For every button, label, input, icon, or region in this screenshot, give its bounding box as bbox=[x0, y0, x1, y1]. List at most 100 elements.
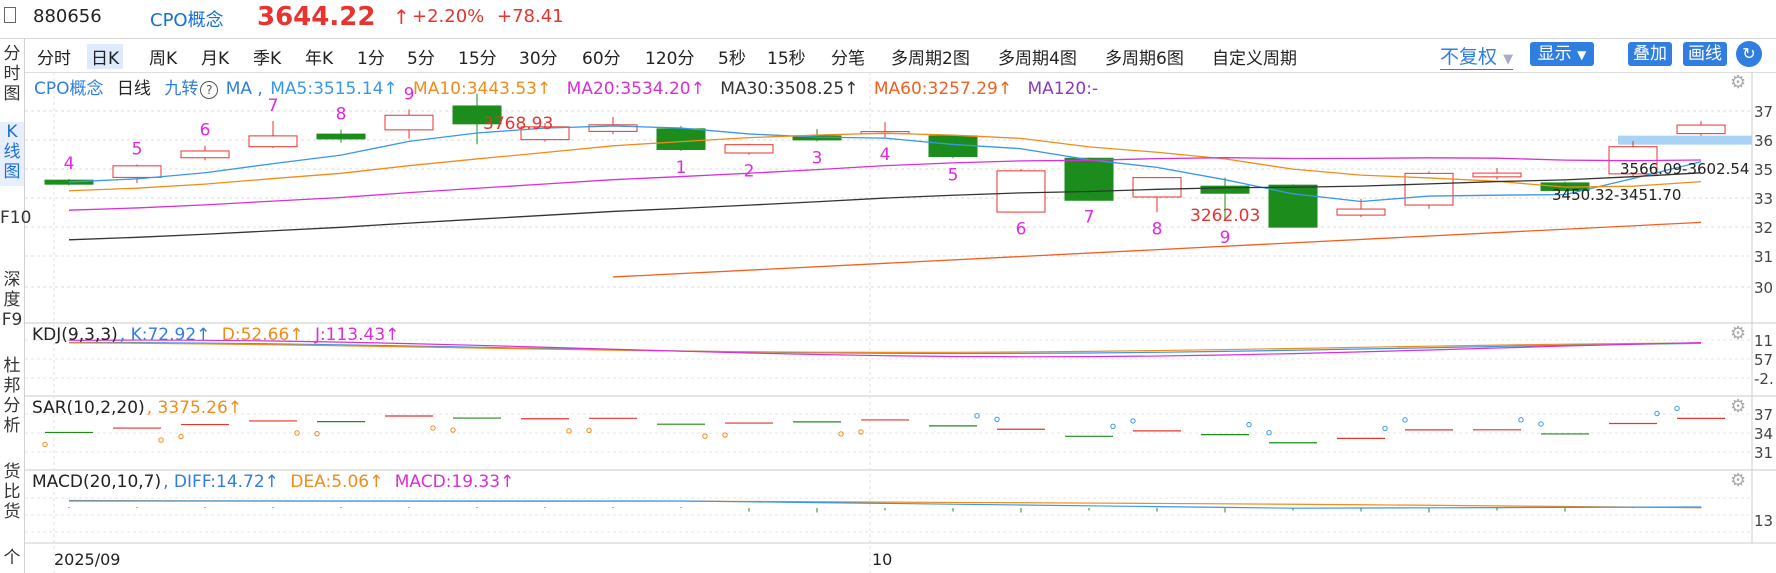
nine-count-label: 8 bbox=[336, 105, 347, 125]
range-highlight bbox=[1618, 135, 1752, 145]
nine-count-label: 8 bbox=[1152, 219, 1163, 239]
sar-dot bbox=[1402, 417, 1408, 423]
nine-count-label: 4 bbox=[880, 145, 891, 165]
range-label-2: 3450.32-3451.70 bbox=[1552, 186, 1682, 204]
high-annotation: 3768.93 bbox=[483, 114, 554, 134]
macd-diff: , DIFF:14.72↑ bbox=[163, 472, 279, 492]
candle-body bbox=[248, 135, 298, 148]
y-tick: 32 bbox=[1754, 219, 1774, 237]
nine-count-label: 2 bbox=[744, 162, 755, 182]
sar-dot bbox=[586, 427, 592, 433]
y-tick: 57 bbox=[1754, 351, 1774, 369]
sar-dot bbox=[566, 428, 572, 434]
nine-count-label: 4 bbox=[64, 154, 75, 174]
legend-ma120: MA120:- bbox=[1027, 79, 1099, 99]
candle-body bbox=[996, 170, 1046, 213]
y-tick: 30 bbox=[1754, 279, 1774, 297]
y-tick: 13 bbox=[1754, 512, 1774, 530]
sar-dot bbox=[1674, 405, 1680, 412]
sar-dot bbox=[838, 431, 844, 437]
legend-ma30: MA30:3508.25↑ bbox=[720, 79, 859, 99]
sar-dot bbox=[42, 441, 48, 448]
help-icon[interactable]: ? bbox=[200, 81, 219, 99]
candle-body bbox=[656, 128, 706, 150]
sar-dot bbox=[994, 416, 1000, 422]
candle-body bbox=[1336, 208, 1386, 216]
nine-count-label: 7 bbox=[268, 96, 279, 116]
sar-value: , 3375.26↑ bbox=[146, 398, 243, 418]
range-label-1: 3566.09-3602.54 bbox=[1620, 160, 1750, 178]
y-tick: -2. bbox=[1754, 370, 1774, 388]
nine-count-label: 6 bbox=[1016, 220, 1027, 240]
sar-dot bbox=[702, 433, 708, 439]
y-tick: 33 bbox=[1754, 190, 1774, 208]
gear-icon[interactable]: ⚙ bbox=[1730, 396, 1746, 417]
sar-dot bbox=[1538, 421, 1544, 427]
candle-body bbox=[928, 135, 978, 158]
legend-ma: MA , bbox=[225, 79, 263, 99]
x-label-month: 10 bbox=[872, 550, 893, 569]
legend-nine[interactable]: 九转 bbox=[164, 79, 198, 99]
nine-count-label: 5 bbox=[948, 165, 959, 185]
candle-body bbox=[180, 150, 230, 159]
legend-name: CPO概念 bbox=[34, 79, 104, 99]
sar-legend: SAR(10,2,20), 3375.26↑ bbox=[32, 398, 244, 418]
y-tick: 36 bbox=[1754, 132, 1774, 150]
candle-body bbox=[724, 144, 774, 154]
candle-body bbox=[1064, 157, 1114, 201]
y-tick: 11 bbox=[1754, 332, 1774, 350]
candle-body bbox=[1676, 124, 1726, 135]
sar-dot bbox=[974, 413, 980, 419]
main-legend: CPO概念 日线 九转? MA , MA5:3515.14↑ MA10:3443… bbox=[34, 74, 1100, 99]
sar-dot bbox=[1246, 421, 1252, 428]
sar-dot bbox=[178, 433, 184, 440]
x-label-start: 2025/09 bbox=[54, 550, 121, 569]
y-tick: 34 bbox=[1754, 425, 1774, 443]
legend-ma5: MA5:3515.14↑ bbox=[270, 79, 398, 99]
sar-dot bbox=[430, 425, 436, 431]
ma30-line bbox=[68, 172, 1702, 241]
candle-body bbox=[1472, 172, 1522, 178]
macd-dea: DEA:5.06↑ bbox=[290, 472, 384, 492]
sar-name[interactable]: SAR(10,2,20) bbox=[32, 398, 145, 418]
y-tick: 37 bbox=[1754, 103, 1774, 121]
macd-name[interactable]: MACD(20,10,7) bbox=[32, 472, 161, 492]
y-tick: 31 bbox=[1754, 444, 1774, 462]
legend-ma60: MA60:3257.29↑ bbox=[873, 79, 1013, 99]
sar-dot bbox=[722, 432, 728, 438]
sar-dot bbox=[1110, 423, 1116, 429]
kdj-k: , K:72.92↑ bbox=[119, 325, 211, 345]
y-tick: 35 bbox=[1754, 161, 1774, 179]
candle-body bbox=[384, 114, 434, 131]
candle-body bbox=[1132, 177, 1182, 198]
kdj-j: J:113.43↑ bbox=[314, 325, 400, 345]
ma20-line bbox=[68, 157, 1702, 211]
legend-ma20: MA20:3534.20↑ bbox=[566, 79, 705, 99]
sar-dot bbox=[314, 430, 320, 437]
candle-body bbox=[112, 165, 162, 178]
nine-count-label: 1 bbox=[676, 158, 687, 178]
gear-icon[interactable]: ⚙ bbox=[1730, 72, 1746, 93]
nine-count-label: 6 bbox=[200, 121, 211, 141]
macd-value: MACD:19.33↑ bbox=[394, 472, 515, 492]
sar-dot bbox=[1130, 418, 1136, 424]
sar-dot bbox=[1382, 425, 1388, 432]
y-tick: 31 bbox=[1754, 248, 1774, 266]
sar-dot bbox=[450, 427, 456, 433]
low-annotation: 3262.03 bbox=[1190, 206, 1261, 226]
candle-body bbox=[316, 133, 366, 140]
kdj-name[interactable]: KDJ(9,3,3) bbox=[32, 325, 118, 345]
sar-dot bbox=[158, 437, 164, 443]
nine-count-label: 9 bbox=[1220, 228, 1231, 248]
sar-dot bbox=[1518, 417, 1524, 423]
gear-icon[interactable]: ⚙ bbox=[1730, 470, 1746, 491]
nine-count-label: 5 bbox=[132, 140, 143, 160]
candle-body bbox=[1268, 184, 1318, 228]
legend-period: 日线 bbox=[116, 79, 151, 99]
nine-count-label: 3 bbox=[812, 148, 823, 168]
y-tick: 37 bbox=[1754, 406, 1774, 424]
kdj-legend: KDJ(9,3,3), K:72.92↑ D:52.66↑ J:113.43↑ bbox=[32, 325, 401, 345]
nine-count-label: 7 bbox=[1084, 208, 1095, 228]
macd-legend: MACD(20,10,7), DIFF:14.72↑ DEA:5.06↑ MAC… bbox=[32, 472, 516, 492]
gear-icon[interactable]: ⚙ bbox=[1730, 323, 1746, 344]
